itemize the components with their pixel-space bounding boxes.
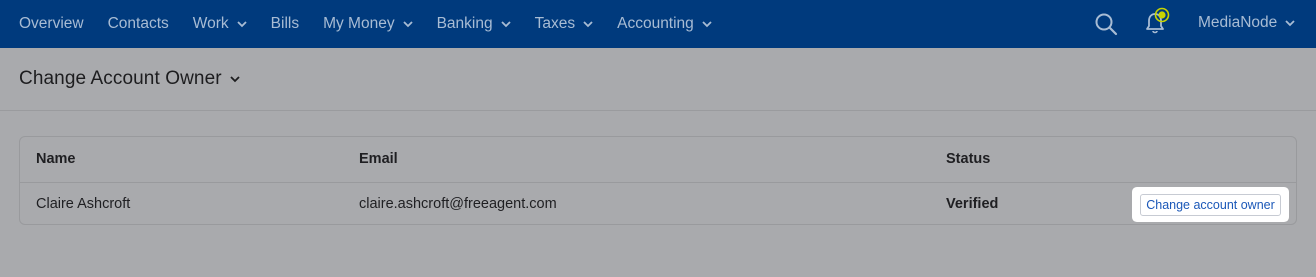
nav-item-my-money[interactable]: My Money [323,15,413,33]
bell-icon[interactable] [1141,7,1171,37]
nav-item-label: Overview [19,15,84,32]
page-title-dropdown[interactable]: Change Account Owner [19,68,240,90]
nav-item-banking[interactable]: Banking [437,15,511,33]
chevron-down-icon [1285,20,1295,27]
chevron-down-icon [402,21,413,28]
change-account-owner-button[interactable]: Change account owner [1140,193,1281,216]
nav-item-taxes[interactable]: Taxes [535,15,594,33]
nav-item-label: Contacts [107,15,169,32]
nav-item-label: Bills [270,15,300,32]
chevron-down-icon [702,21,712,28]
user-name-cell: Claire Ashcroft [36,196,131,212]
chevron-down-icon [583,21,593,28]
nav-item-bills[interactable]: Bills [271,15,299,33]
page-header: Change Account Owner [0,48,1316,111]
nav-item-contacts[interactable]: Contacts [108,15,169,33]
chevron-down-icon [237,21,247,28]
page-title: Change Account Owner [19,68,222,89]
chevron-down-icon [230,76,240,83]
nav-item-overview[interactable]: Overview [19,15,84,33]
column-header-name: Name [36,151,76,167]
nav-item-label: Accounting [617,15,694,32]
search-icon[interactable] [1094,12,1118,36]
main-nav: Overview Contacts Work Bills My Money Ba… [0,0,736,48]
nav-item-label: Taxes [534,15,576,32]
nav-item-work[interactable]: Work [193,15,247,33]
column-header-status: Status [946,151,991,167]
user-status-cell: Verified [946,196,999,212]
top-navigation-bar: Overview Contacts Work Bills My Money Ba… [0,0,1316,48]
table-header-row: Name Email Status [20,137,1296,183]
nav-item-label: Work [192,15,229,32]
nav-item-accounting[interactable]: Accounting [617,15,712,33]
column-header-email: Email [359,151,398,167]
user-email-cell: claire.ashcroft@freeagent.com [359,196,557,212]
chevron-down-icon [500,21,511,28]
nav-item-label: Banking [436,15,493,32]
account-menu[interactable]: MediaNode [1198,14,1295,32]
users-table-card: Name Email Status Claire Ashcroft claire… [19,136,1297,225]
change-account-owner-button-highlight: Change account owner [1135,190,1286,219]
account-name: MediaNode [1198,14,1278,31]
nav-item-label: My Money [323,15,395,32]
